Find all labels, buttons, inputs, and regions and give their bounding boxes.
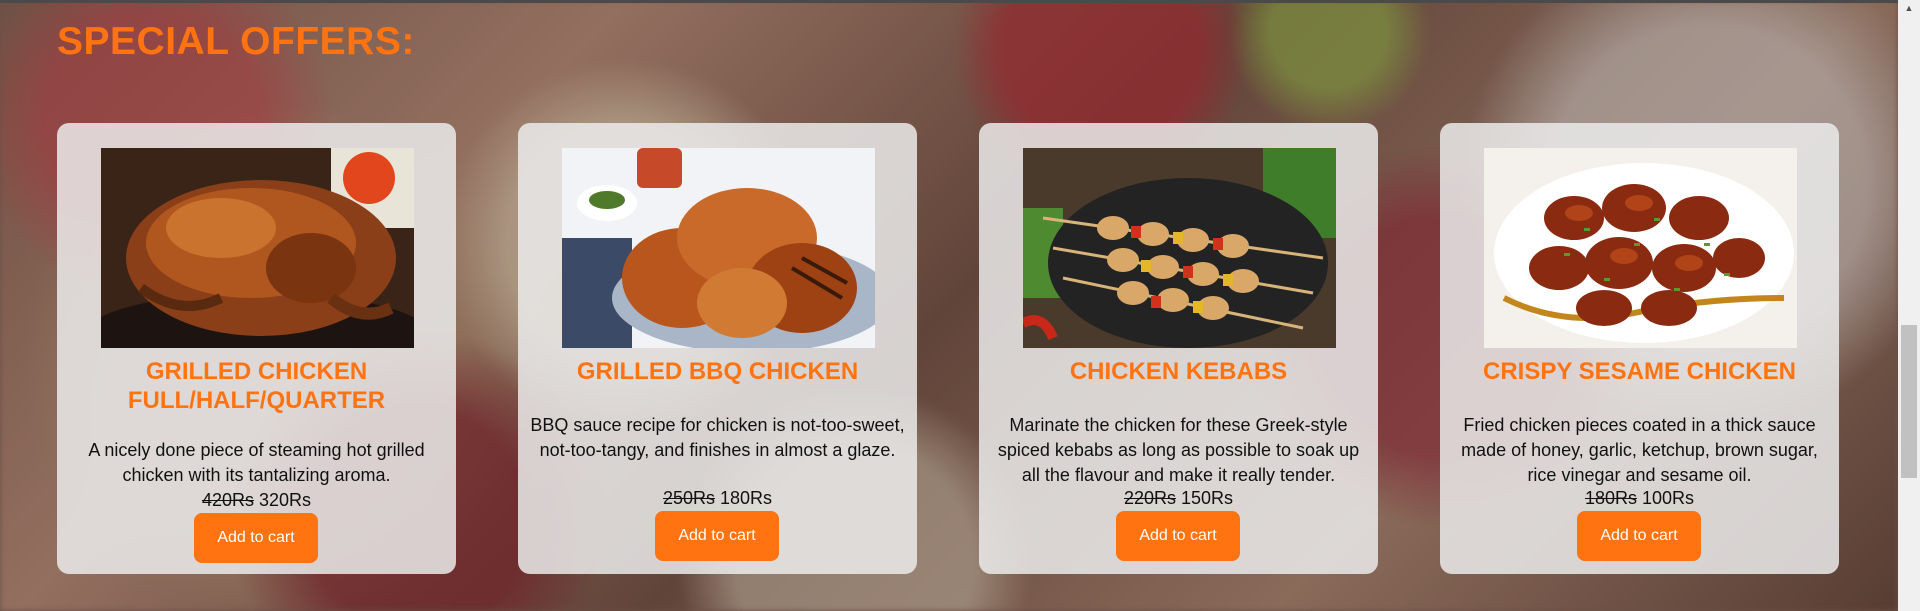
vertical-scrollbar[interactable]: ▲ bbox=[1898, 0, 1920, 611]
old-price: 180Rs bbox=[1584, 488, 1637, 508]
old-price: 420Rs bbox=[201, 490, 254, 510]
offer-description: Marinate the chicken for these Greek-sty… bbox=[997, 415, 1360, 485]
offer-price: 180Rs 100Rs bbox=[1440, 486, 1839, 511]
offer-title: CRISPY SESAME CHICKEN bbox=[1483, 358, 1796, 385]
offer-card-sesame-chicken: CRISPY SESAME CHICKEN Fried chicken piec… bbox=[1440, 123, 1839, 574]
offer-price: 220Rs 150Rs bbox=[979, 486, 1378, 511]
offer-price: 420Rs 320Rs bbox=[57, 488, 456, 513]
bbq-chicken-image bbox=[562, 148, 875, 348]
new-price: 100Rs bbox=[1642, 488, 1695, 508]
add-to-cart-button[interactable]: Add to cart bbox=[194, 513, 318, 563]
add-to-cart-button[interactable]: Add to cart bbox=[1116, 511, 1240, 561]
offer-title: GRILLED BBQ CHICKEN bbox=[576, 358, 859, 385]
old-price: 220Rs bbox=[1123, 488, 1176, 508]
sesame-chicken-image bbox=[1484, 148, 1797, 348]
offer-description: A nicely done piece of steaming hot gril… bbox=[88, 440, 425, 485]
new-price: 320Rs bbox=[259, 490, 312, 510]
old-price: 250Rs bbox=[662, 488, 715, 508]
scrollbar-thumb[interactable] bbox=[1901, 325, 1917, 478]
new-price: 180Rs bbox=[720, 488, 773, 508]
offer-card-chicken-kebabs: CHICKEN KEBABS Marinate the chicken for … bbox=[979, 123, 1378, 574]
add-to-cart-button[interactable]: Add to cart bbox=[655, 511, 779, 561]
offer-description: BBQ sauce recipe for chicken is not-too-… bbox=[530, 415, 905, 460]
offer-price: 250Rs 180Rs bbox=[518, 486, 917, 511]
offer-card-bbq-chicken: GRILLED BBQ CHICKEN BBQ sauce recipe for… bbox=[518, 123, 917, 574]
new-price: 150Rs bbox=[1181, 488, 1234, 508]
offer-card-grilled-chicken: GRILLED CHICKEN FULL/HALF/QUARTER A nice… bbox=[57, 123, 456, 574]
offer-description: Fried chicken pieces coated in a thick s… bbox=[1461, 415, 1818, 485]
grilled-chicken-image bbox=[101, 148, 414, 348]
add-to-cart-button[interactable]: Add to cart bbox=[1577, 511, 1701, 561]
offer-title: CHICKEN KEBABS bbox=[1069, 358, 1288, 385]
triangle-up-icon[interactable]: ▲ bbox=[1898, 0, 1920, 16]
chicken-kebabs-image bbox=[1023, 148, 1336, 348]
offer-title: GRILLED CHICKEN FULL/HALF/QUARTER bbox=[127, 358, 386, 414]
page-title: SPECIAL OFFERS: bbox=[57, 20, 415, 63]
top-border bbox=[0, 0, 1898, 3]
